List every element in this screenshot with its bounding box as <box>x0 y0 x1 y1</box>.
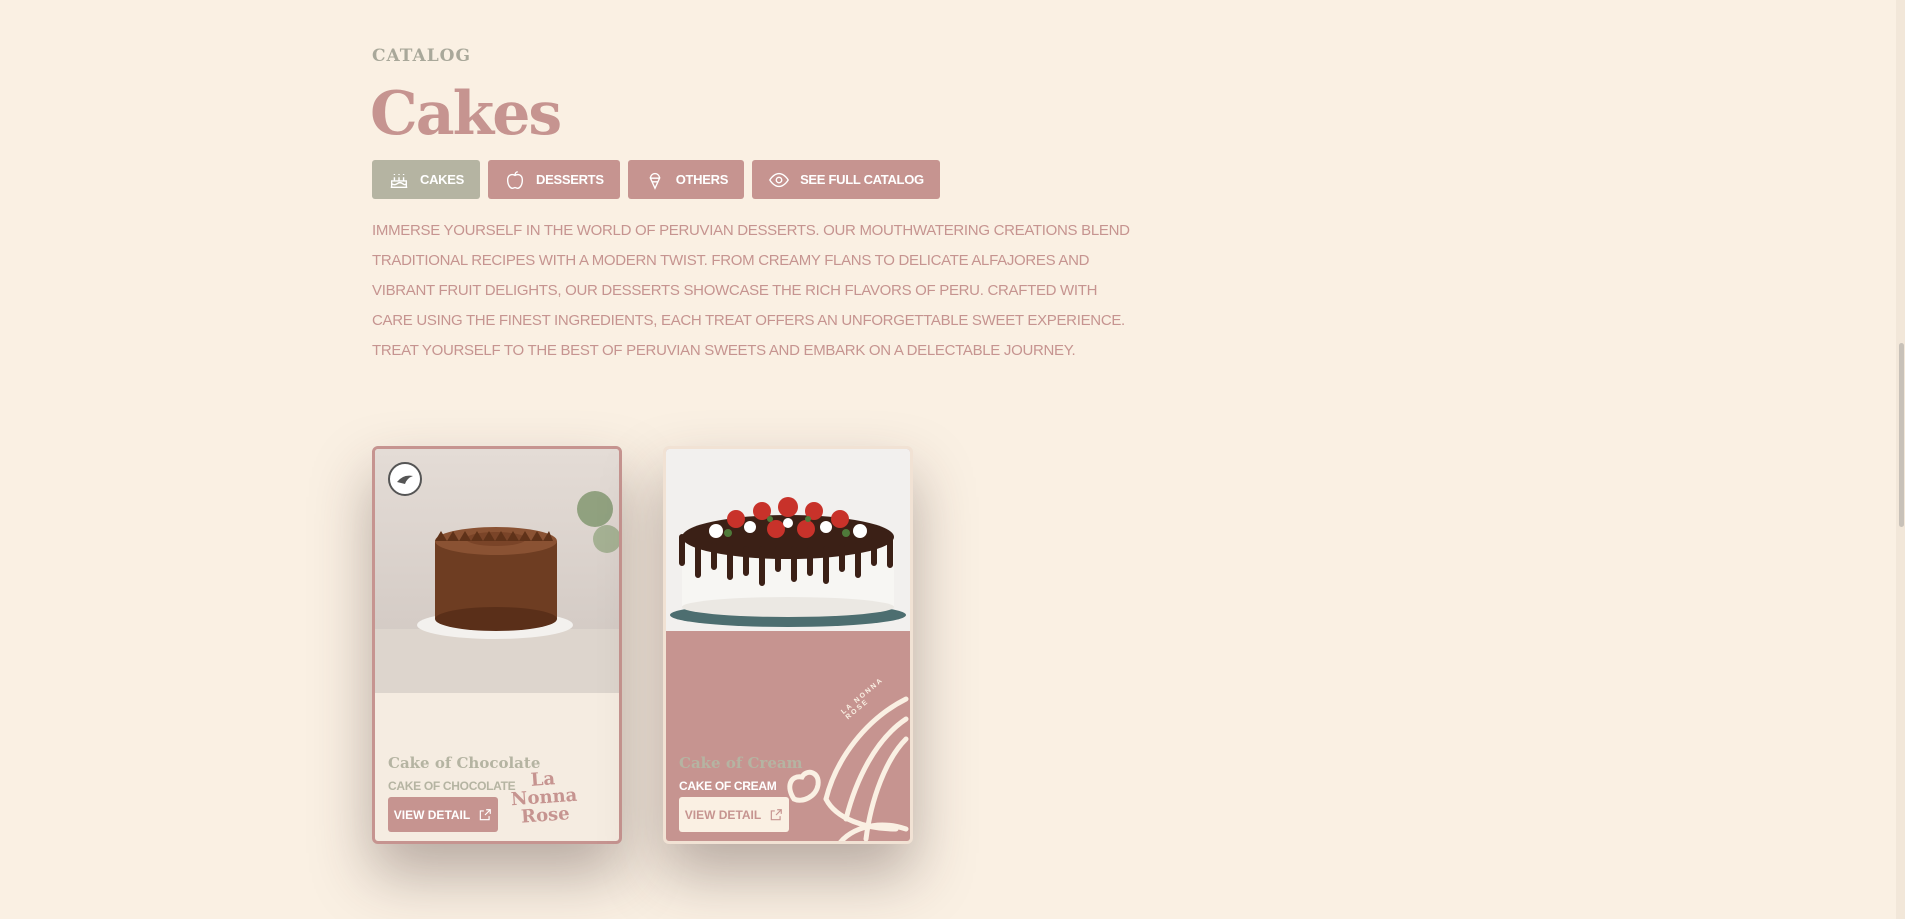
product-name: Cake of Cream <box>679 754 803 772</box>
category-tabs: CAKES DESSERTS OTHERS SEE FULL CATALOG <box>372 160 940 199</box>
logo-line: Rose <box>520 803 571 828</box>
bird-icon <box>397 475 413 484</box>
button-label: VIEW DETAIL <box>684 807 762 822</box>
external-link-icon <box>479 808 492 820</box>
apple-icon <box>506 170 524 189</box>
view-detail-button[interactable]: VIEW DETAIL <box>679 797 789 832</box>
tab-label: DESSERTS <box>536 172 604 187</box>
product-subtitle: CAKE OF CREAM <box>679 779 777 793</box>
ice-cream-icon <box>649 172 661 190</box>
la-nonna-rose-logo: La Nonna Rose <box>509 768 579 828</box>
section-description: IMMERSE YOURSELF IN THE WORLD OF PERUVIA… <box>372 222 1130 359</box>
tab-label: CAKES <box>420 172 465 187</box>
external-link-icon <box>770 808 783 820</box>
scrollbar-thumb[interactable] <box>1899 343 1904 527</box>
brand-badge <box>388 462 422 496</box>
product-card: LA NONNA ROSE Cake of Cream CAKE OF CREA… <box>663 446 913 844</box>
page-title: Cakes <box>370 79 562 149</box>
view-detail-button[interactable]: VIEW DETAIL <box>388 797 498 832</box>
tab-cakes[interactable]: CAKES <box>372 160 481 199</box>
product-name: Cake of Chocolate <box>388 754 541 772</box>
section-eyebrow: CATALOG <box>372 46 471 66</box>
tab-see-full-catalog[interactable]: SEE FULL CATALOG <box>752 160 940 199</box>
tab-desserts[interactable]: DESSERTS <box>488 160 620 199</box>
product-card: Cake of Chocolate CAKE OF CHOCOLATE VIEW… <box>372 446 622 844</box>
eye-icon <box>769 172 790 187</box>
cream-cake-image <box>666 449 910 631</box>
cake-icon <box>390 173 408 188</box>
button-label: VIEW DETAIL <box>393 807 471 822</box>
page-scrollbar[interactable] <box>1896 0 1905 919</box>
tab-label: OTHERS <box>675 172 729 187</box>
tab-others[interactable]: OTHERS <box>627 160 745 199</box>
product-subtitle: CAKE OF CHOCOLATE <box>388 779 516 793</box>
tab-label: SEE FULL CATALOG <box>800 172 924 187</box>
